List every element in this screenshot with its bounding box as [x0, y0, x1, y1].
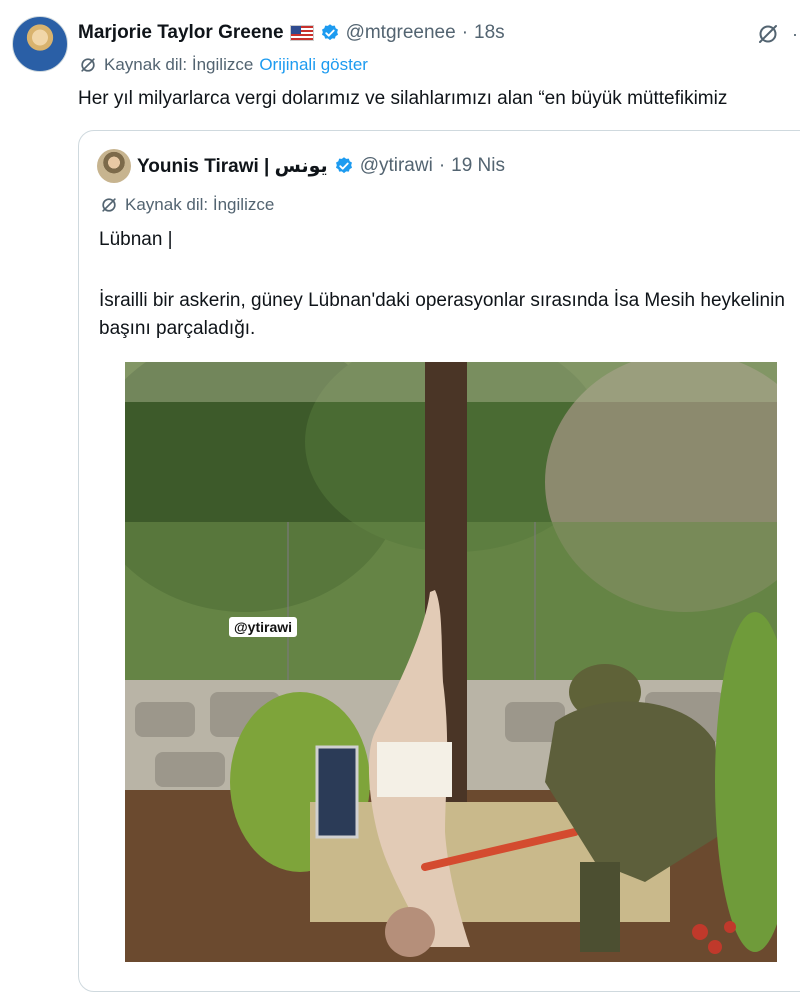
quoted-text-line: Lübnan | [99, 229, 173, 250]
tweet-time[interactable]: 18s [474, 22, 505, 44]
author-handle[interactable]: @mtgreenee [346, 22, 456, 44]
translate-icon [81, 58, 95, 72]
quoted-author-name[interactable]: Younis Tirawi | يونس [137, 155, 328, 178]
separator-dot: · [461, 22, 469, 43]
quoted-source-language-label: Kaynak dil: İngilizce [125, 195, 275, 214]
us-flag-icon [289, 25, 314, 41]
quoted-tweet-header: Younis Tirawi | يونس @ytirawi · 19 Nis [137, 153, 505, 179]
tweet-header: Marjorie Taylor Greene @mtgreenee · 18s [78, 20, 505, 46]
separator-dot: · [438, 155, 446, 176]
quoted-text-paragraph: İsrailli bir askerin, güney Lübnan'daki … [99, 290, 785, 339]
tweet: Marjorie Taylor Greene @mtgreenee · 18s … [0, 0, 800, 992]
quoted-tweet-time[interactable]: 19 Nis [451, 155, 505, 177]
source-language-label: Kaynak dil: İngilizce [104, 55, 254, 74]
grok-icon[interactable] [756, 22, 780, 46]
photo-scene [125, 362, 777, 962]
show-original-link[interactable]: Orijinali göster [259, 55, 368, 75]
quoted-author-avatar[interactable] [97, 149, 131, 183]
quoted-translation-notice: Kaynak dil: İngilizce [99, 195, 274, 215]
author-avatar[interactable] [12, 16, 68, 72]
more-menu-icon[interactable]: · [792, 24, 798, 45]
translation-notice: Kaynak dil: İngilizce Orijinali göster [78, 55, 368, 75]
verified-badge-icon [335, 157, 352, 174]
tweet-text: Her yıl milyarlarca vergi dolarımız ve s… [78, 88, 728, 109]
quoted-tweet-photo[interactable]: @ytirawi [125, 362, 777, 962]
quoted-author-handle[interactable]: @ytirawi [360, 155, 433, 177]
verified-badge-icon [321, 24, 338, 41]
author-name[interactable]: Marjorie Taylor Greene [78, 22, 284, 44]
translate-icon [102, 198, 116, 212]
quoted-tweet[interactable]: Younis Tirawi | يونس @ytirawi · 19 Nis K… [78, 130, 800, 992]
photo-watermark: @ytirawi [229, 617, 298, 637]
